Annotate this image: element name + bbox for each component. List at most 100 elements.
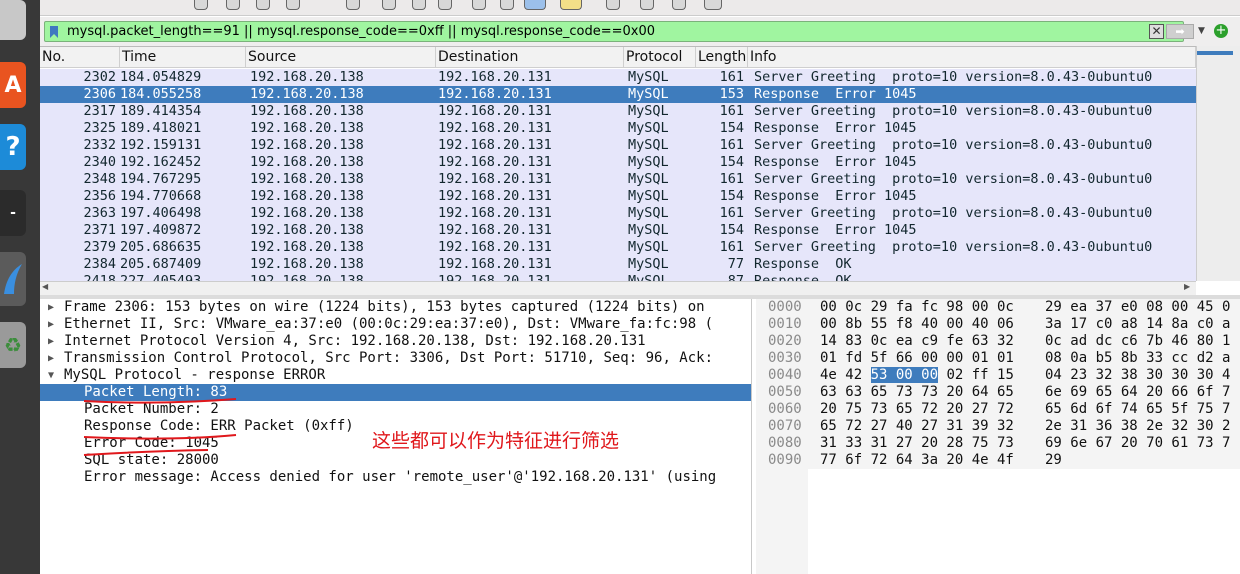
- packet-row[interactable]: 2340 192.162452 192.168.20.138 192.168.20.1…: [40, 154, 1196, 171]
- packet-row[interactable]: 2302 184.054829 192.168.20.138 192.168.20.1…: [40, 69, 1196, 86]
- column-length[interactable]: Length: [696, 47, 748, 68]
- packet-cell-dst: 192.168.20.131: [438, 273, 552, 281]
- packet-cell-proto: MySQL: [628, 256, 669, 272]
- packet-row[interactable]: 2384 205.687409 192.168.20.138 192.168.20.1…: [40, 256, 1196, 273]
- packet-list-horizontal-scrollbar[interactable]: ◀ ▶: [40, 281, 1196, 295]
- bytes-offset: 0070: [768, 418, 802, 434]
- column-destination[interactable]: Destination: [436, 47, 624, 68]
- autoscroll-icon[interactable]: [524, 0, 546, 10]
- packet-row[interactable]: 2325 189.418021 192.168.20.138 192.168.20.1…: [40, 120, 1196, 137]
- bytes-row[interactable]: 0040 4e 42 53 00 00 02 ff 15 04 23 32 38 3…: [756, 367, 1240, 384]
- bytes-row[interactable]: 0000 00 0c 29 fa fc 98 00 0c 29 ea 37 e0 0…: [756, 299, 1240, 316]
- packet-bytes-pane[interactable]: 0000 00 0c 29 fa fc 98 00 0c 29 ea 37 e0 0…: [756, 299, 1240, 574]
- packet-cell-time: 184.055258: [120, 86, 202, 102]
- packet-cell-time: 189.414354: [120, 103, 202, 119]
- trash-icon[interactable]: ♻: [0, 322, 26, 368]
- open-file-icon[interactable]: [194, 0, 208, 10]
- filter-history-dropdown-icon[interactable]: ▼: [1198, 26, 1205, 36]
- bytes-hex-group-2: 65 6d 6f 74 65 5f 75 7: [1045, 401, 1231, 417]
- bytes-hex-group-2: 2e 31 36 38 2e 32 30 2: [1045, 418, 1231, 434]
- bytes-row[interactable]: 0080 31 33 31 27 20 28 75 73 69 6e 67 20 7…: [756, 435, 1240, 452]
- packet-cell-time: 197.406498: [120, 205, 202, 221]
- column-info[interactable]: Info: [748, 47, 1196, 68]
- bytes-row[interactable]: 0050 63 63 65 73 73 20 64 65 6e 69 65 64 2…: [756, 384, 1240, 401]
- bytes-offset: 0030: [768, 350, 802, 366]
- packet-cell-info: Server Greeting proto=10 version=8.0.43-…: [754, 171, 1153, 187]
- packet-row[interactable]: 2306 184.055258 192.168.20.138 192.168.20.1…: [40, 86, 1196, 103]
- packet-row[interactable]: 2317 189.414354 192.168.20.138 192.168.20.1…: [40, 103, 1196, 120]
- zoom-reset-icon[interactable]: [672, 0, 686, 10]
- packet-row[interactable]: 2418 227.405493 192.168.20.138 192.168.20.1…: [40, 273, 1196, 281]
- bytes-hex-group-2: 69 6e 67 20 70 61 73 7: [1045, 435, 1231, 451]
- column-time[interactable]: Time: [120, 47, 246, 68]
- clear-filter-icon[interactable]: ✕: [1149, 24, 1164, 39]
- packet-cell-time: 197.409872: [120, 222, 202, 238]
- files-app-icon[interactable]: [0, 0, 26, 40]
- packet-row[interactable]: 2332 192.159131 192.168.20.138 192.168.20.1…: [40, 137, 1196, 154]
- packet-row[interactable]: 2348 194.767295 192.168.20.138 192.168.20.1…: [40, 171, 1196, 188]
- packet-cell-info: Response Error 1045: [754, 188, 917, 204]
- find-packet-icon[interactable]: [346, 0, 360, 10]
- packet-cell-src: 192.168.20.138: [250, 256, 364, 272]
- packet-list-scrollbar[interactable]: [1196, 46, 1240, 281]
- filter-expression: mysql.packet_length==91 || mysql.respons…: [67, 24, 656, 39]
- bytes-hex-group-1: 31 33 31 27 20 28 75 73: [820, 435, 1014, 451]
- software-center-icon[interactable]: A: [0, 62, 26, 108]
- bytes-row[interactable]: 0090 77 6f 72 64 3a 20 4e 4f 29: [756, 452, 1240, 469]
- resize-columns-icon[interactable]: [704, 0, 722, 10]
- packet-cell-no: 2418: [83, 273, 116, 281]
- colorize-icon[interactable]: [560, 0, 582, 10]
- zoom-in-icon[interactable]: [606, 0, 620, 10]
- packet-cell-info: Response OK: [754, 273, 852, 281]
- packet-cell-src: 192.168.20.138: [250, 205, 364, 221]
- packet-row[interactable]: 2379 205.686635 192.168.20.138 192.168.20.1…: [40, 239, 1196, 256]
- column-source[interactable]: Source: [246, 47, 436, 68]
- save-file-icon[interactable]: [226, 0, 240, 10]
- packet-row[interactable]: 2363 197.406498 192.168.20.138 192.168.20.1…: [40, 205, 1196, 222]
- packet-list[interactable]: No. Time Source Destination Protocol Len…: [40, 46, 1196, 281]
- packet-cell-len: 87: [727, 273, 744, 281]
- go-back-icon[interactable]: [382, 0, 396, 10]
- red-underline-marks: [83, 398, 237, 456]
- packet-cell-src: 192.168.20.138: [250, 154, 364, 170]
- column-protocol[interactable]: Protocol: [624, 47, 696, 68]
- reload-icon[interactable]: [286, 0, 300, 10]
- packet-cell-src: 192.168.20.138: [250, 86, 364, 102]
- packet-row[interactable]: 2356 194.770668 192.168.20.138 192.168.20.1…: [40, 188, 1196, 205]
- help-icon[interactable]: ?: [0, 124, 26, 170]
- packet-cell-proto: MySQL: [628, 69, 669, 85]
- packet-cell-info: Server Greeting proto=10 version=8.0.43-…: [754, 239, 1153, 255]
- first-packet-icon[interactable]: [472, 0, 486, 10]
- bytes-hex-group-1: 00 8b 55 f8 40 00 40 06: [820, 316, 1014, 332]
- bytes-offset: 0060: [768, 401, 802, 417]
- go-to-packet-icon[interactable]: [438, 0, 452, 10]
- packet-cell-info: Response Error 1045: [754, 86, 917, 102]
- close-file-icon[interactable]: [256, 0, 270, 10]
- packet-row[interactable]: 2371 197.409872 192.168.20.138 192.168.20.1…: [40, 222, 1196, 239]
- zoom-out-icon[interactable]: [640, 0, 654, 10]
- packet-cell-info: Response Error 1045: [754, 222, 917, 238]
- bytes-row[interactable]: 0010 00 8b 55 f8 40 00 40 06 3a 17 c0 a8 1…: [756, 316, 1240, 333]
- packet-cell-len: 161: [719, 205, 744, 221]
- bookmark-icon[interactable]: [49, 25, 59, 39]
- scroll-left-icon[interactable]: ◀: [42, 282, 48, 291]
- bytes-row[interactable]: 0070 65 72 27 40 27 31 39 32 2e 31 36 38 2…: [756, 418, 1240, 435]
- apply-filter-icon[interactable]: ➡: [1166, 24, 1194, 39]
- wireshark-icon[interactable]: [0, 252, 26, 306]
- last-packet-icon[interactable]: [500, 0, 514, 10]
- display-filter-input[interactable]: mysql.packet_length==91 || mysql.respons…: [44, 21, 1184, 42]
- packet-cell-no: 2306: [83, 86, 116, 102]
- scroll-right-icon[interactable]: ▶: [1184, 282, 1190, 291]
- packet-cell-info: Server Greeting proto=10 version=8.0.43-…: [754, 137, 1153, 153]
- bytes-offset: 0090: [768, 452, 802, 468]
- packet-cell-time: 194.767295: [120, 171, 202, 187]
- add-filter-button-icon[interactable]: +: [1214, 24, 1228, 38]
- bytes-row[interactable]: 0030 01 fd 5f 66 00 00 01 01 08 0a b5 8b 3…: [756, 350, 1240, 367]
- packet-cell-info: Server Greeting proto=10 version=8.0.43-…: [754, 103, 1153, 119]
- go-forward-icon[interactable]: [412, 0, 426, 10]
- column-no[interactable]: No.: [40, 47, 120, 68]
- scrollbar-thumb[interactable]: [1197, 51, 1233, 55]
- bytes-row[interactable]: 0060 20 75 73 65 72 20 27 72 65 6d 6f 74 6…: [756, 401, 1240, 418]
- bytes-row[interactable]: 0020 14 83 0c ea c9 fe 63 32 0c ad dc c6 7…: [756, 333, 1240, 350]
- terminal-icon[interactable]: -: [0, 190, 26, 236]
